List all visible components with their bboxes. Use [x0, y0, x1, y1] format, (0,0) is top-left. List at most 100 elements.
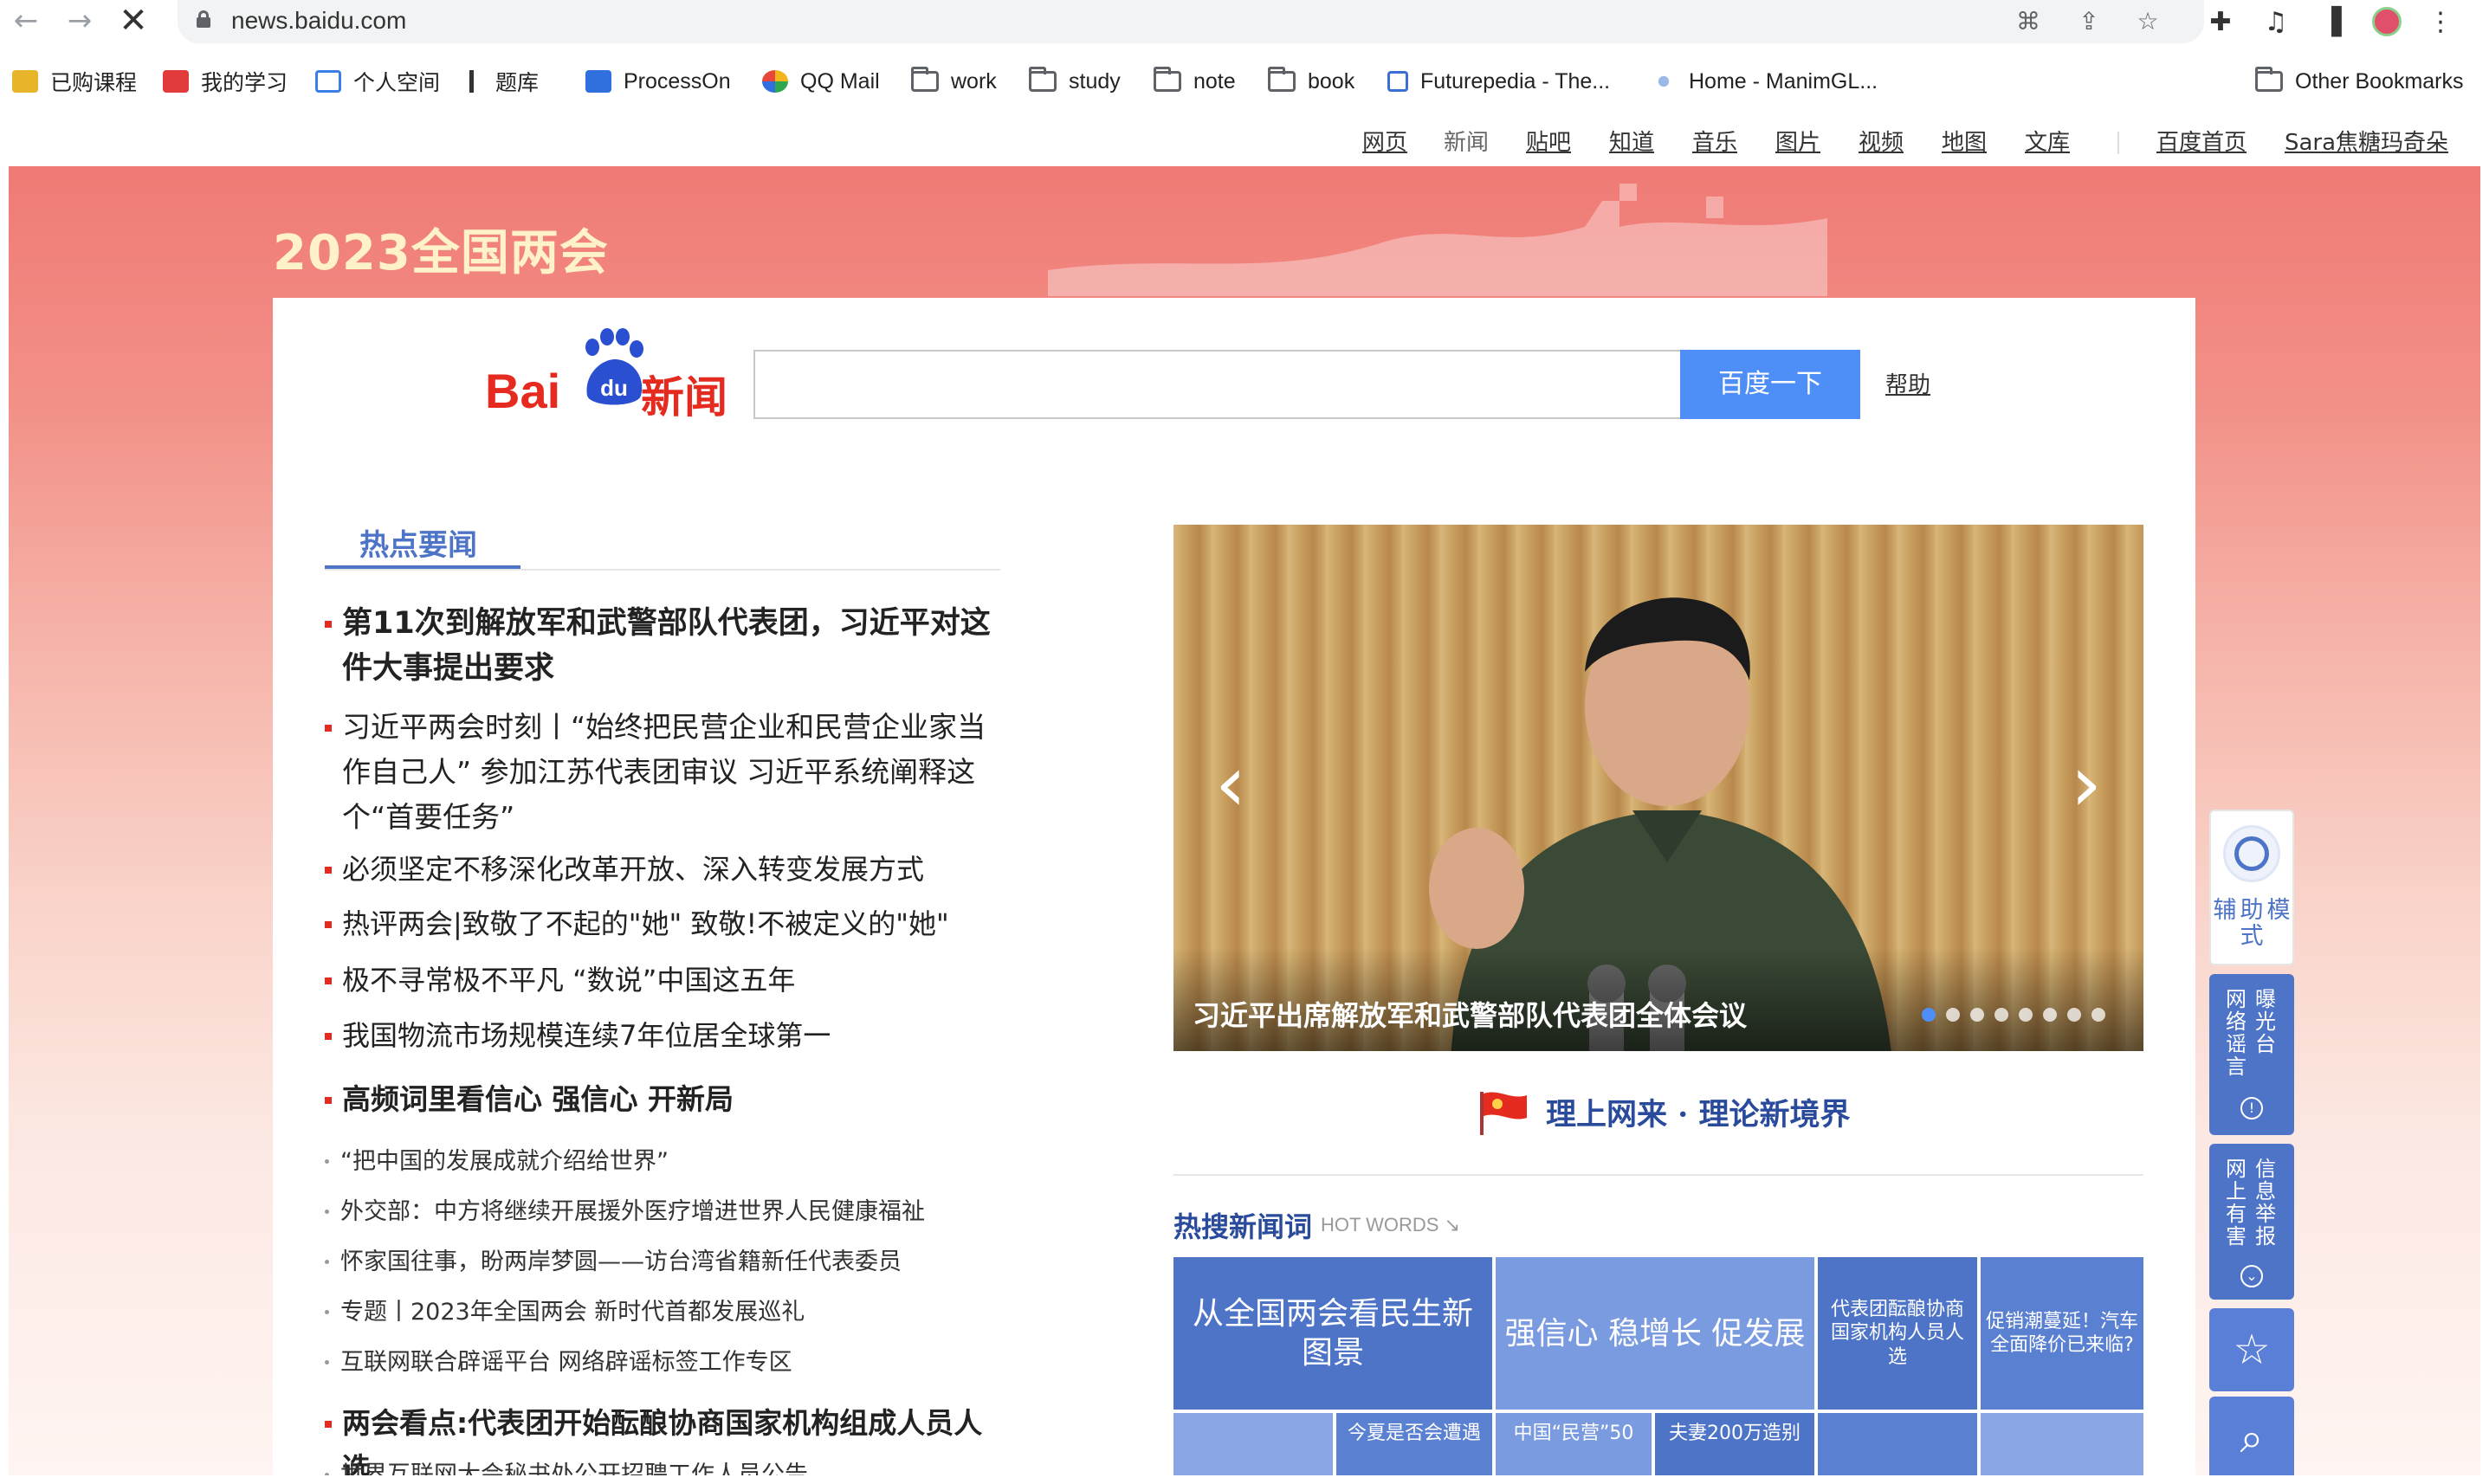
headline-text[interactable]: 习近平两会时刻丨“始终把民营企业和民营企业家当作自己人” 参加江苏代表团审议 习… — [325, 705, 1009, 840]
harmful-info-report-button[interactable]: 网上有害 信息举报 ⌄ — [2209, 1144, 2294, 1300]
headline-text[interactable]: 热评两会|致敬了不起的"她" 致敬!不被定义的"她" — [325, 901, 1009, 946]
bookmark-item[interactable]: Futurepedia - The... — [1387, 64, 1610, 99]
sub-news-item[interactable]: 世界互联网大会秘书处公开招聘工作人员公告 — [325, 1458, 1009, 1475]
lock-icon[interactable] — [197, 10, 210, 28]
carousel-dot[interactable] — [2091, 1008, 2105, 1022]
hot-word-tile[interactable]: 中国“民营”50 — [1496, 1413, 1652, 1475]
hot-word-tile[interactable] — [1173, 1413, 1333, 1475]
sub-news-text[interactable]: 怀家国往事，盼两岸梦圆——访台湾省籍新任代表委员 — [325, 1245, 1009, 1280]
bookmark-item[interactable]: Other Bookmarks — [2255, 64, 2464, 99]
bookmark-item[interactable]: book — [1268, 64, 1354, 99]
carousel-dot[interactable] — [2043, 1008, 2057, 1022]
news-carousel[interactable]: ‹ › 习近平出席解放军和武警部队代表团全体会议 — [1173, 525, 2143, 1051]
nav-wenku[interactable]: 文库 — [2025, 125, 2070, 157]
headline-item[interactable]: 热评两会|致敬了不起的"她" 致敬!不被定义的"她" — [325, 901, 1009, 946]
headline-text[interactable]: 必须坚定不移深化改革开放、深入转变发展方式 — [325, 847, 1009, 892]
carousel-dot[interactable] — [1946, 1008, 1960, 1022]
accessibility-mode-button[interactable]: 辅助模式 — [2209, 810, 2294, 965]
search-button[interactable]: 百度一下 — [1680, 350, 1860, 419]
sub-news-item[interactable]: 怀家国往事，盼两岸梦圆——访台湾省籍新任代表委员 — [325, 1245, 1009, 1280]
hot-word-tile[interactable]: 夫妻200万造别 — [1655, 1413, 1814, 1475]
hot-word-tile[interactable] — [1818, 1413, 1977, 1475]
side-panel-icon[interactable]: ▐ — [2316, 7, 2347, 38]
headline-text[interactable]: 极不寻常极不平凡 “数说”中国这五年 — [325, 958, 1009, 1003]
extensions-icon[interactable]: ✚ — [2205, 7, 2236, 38]
sub-news-item[interactable]: 专题丨2023年全国两会 新时代首都发展巡礼 — [325, 1295, 1009, 1330]
carousel-dot[interactable] — [1970, 1008, 1984, 1022]
bookmark-item[interactable]: work — [911, 64, 997, 99]
carousel-next-arrow-icon[interactable]: › — [2071, 741, 2102, 828]
nav-baidu-home[interactable]: 百度首页 — [2156, 125, 2247, 157]
menu-kebab-icon[interactable]: ⋮ — [2425, 7, 2456, 38]
nav-user[interactable]: Sara焦糖玛奇朵 — [2285, 125, 2448, 157]
nav-images[interactable]: 图片 — [1775, 125, 1820, 157]
sub-news-text[interactable]: “把中国的发展成就介绍给世界” — [325, 1145, 1009, 1179]
rumor-label-right: 曝光台 — [2255, 987, 2276, 1056]
back-arrow-icon[interactable]: ← — [9, 3, 43, 38]
hot-word-tile[interactable]: 今夏是否会遭遇 — [1336, 1413, 1492, 1475]
bookmark-item[interactable]: note — [1154, 64, 1236, 99]
bookmark-item[interactable]: QQ Mail — [762, 64, 880, 99]
media-control-icon[interactable]: ♫ — [2260, 7, 2292, 38]
search-icon[interactable]: ⌕ — [2209, 1397, 2294, 1475]
headline-item[interactable]: 高频词里看信心 强信心 开新局 — [325, 1077, 1009, 1122]
bookmark-item[interactable]: 我的学习 — [163, 64, 288, 99]
carousel-dot[interactable] — [2067, 1008, 2081, 1022]
nav-zhidao[interactable]: 知道 — [1609, 125, 1654, 157]
translate-icon[interactable]: ⌘ — [2014, 7, 2043, 36]
headline-text[interactable]: 高频词里看信心 强信心 开新局 — [325, 1077, 1009, 1122]
bookmark-item[interactable]: Home - ManimGL... — [1651, 64, 1878, 99]
sub-news-item[interactable]: 外交部：中方将继续开展援外医疗增进世界人民健康福祉 — [325, 1195, 1009, 1229]
bookmark-item[interactable]: study — [1029, 64, 1121, 99]
sub-news-text[interactable]: 外交部：中方将继续开展援外医疗增进世界人民健康福祉 — [325, 1195, 1009, 1229]
forward-arrow-icon[interactable]: → — [62, 3, 97, 38]
carousel-dot[interactable] — [1922, 1008, 1936, 1022]
carousel-prev-arrow-icon[interactable]: ‹ — [1215, 741, 1246, 828]
theory-banner-text[interactable]: 理上网来 · 理论新境界 — [1546, 1090, 1851, 1134]
tab-hot-news[interactable]: 热点要闻 — [325, 514, 520, 570]
bookmark-item[interactable]: ProcessOn — [585, 64, 731, 99]
sub-news-text[interactable]: 互联网联合辟谣平台 网络辟谣标签工作专区 — [325, 1345, 1009, 1380]
headline-item[interactable]: 第11次到解放军和武警部队代表团，习近平对这件大事提出要求 — [325, 601, 1009, 691]
address-bar[interactable]: news.baidu.com ⌘ ⇪ ☆ — [178, 0, 2204, 43]
baidu-news-logo[interactable]: Bai du 新闻 — [485, 328, 727, 423]
bookmark-item[interactable]: 已购课程 — [12, 64, 137, 99]
headline-text[interactable]: 我国物流市场规模连续7年位居全球第一 — [325, 1013, 1009, 1058]
hot-word-tile[interactable]: 代表团酝酿协商国家机构人员人选 — [1818, 1257, 1977, 1410]
carousel-dot[interactable] — [1994, 1008, 2008, 1022]
stop-loading-icon[interactable]: ✕ — [116, 3, 151, 38]
nav-tieba[interactable]: 贴吧 — [1526, 125, 1571, 157]
sub-news-item[interactable]: 互联网联合辟谣平台 网络辟谣标签工作专区 — [325, 1345, 1009, 1380]
bookmark-item[interactable]: 个人空间 — [315, 64, 440, 99]
headline-item[interactable]: 必须坚定不移深化改革开放、深入转变发展方式 — [325, 847, 1009, 892]
hot-word-tile[interactable]: 促销潮蔓延！汽车全面降价已来临? — [1981, 1257, 2143, 1410]
sub-news-text[interactable]: 世界互联网大会秘书处公开招聘工作人员公告 — [325, 1458, 1009, 1475]
rumor-exposure-button[interactable]: 网络谣言 曝光台 ! — [2209, 974, 2294, 1135]
carousel-dot[interactable] — [2019, 1008, 2033, 1022]
sub-news-item[interactable]: “把中国的发展成就介绍给世界” — [325, 1145, 1009, 1179]
hot-word-tile[interactable]: 强信心 稳增长 促发展 — [1496, 1257, 1814, 1410]
bullet-marker — [325, 1421, 332, 1428]
bookmark-item[interactable]: 题库 — [469, 64, 539, 99]
bookmark-star-icon[interactable]: ☆ — [2133, 7, 2163, 36]
nav-video[interactable]: 视频 — [1859, 125, 1904, 157]
hot-word-tile[interactable]: 从全国两会看民生新图景 — [1173, 1257, 1492, 1410]
hot-word-tile[interactable] — [1981, 1413, 2143, 1475]
theory-banner[interactable]: 理上网来 · 理论新境界 — [1477, 1086, 1851, 1138]
share-icon[interactable]: ⇪ — [2074, 7, 2104, 36]
profile-avatar-icon[interactable] — [2371, 7, 2402, 38]
sub-news-text[interactable]: 专题丨2023年全国两会 新时代首都发展巡礼 — [325, 1295, 1009, 1330]
help-link[interactable]: 帮助 — [1885, 367, 1930, 399]
nav-map[interactable]: 地图 — [1942, 125, 1987, 157]
headline-item[interactable]: 极不寻常极不平凡 “数说”中国这五年 — [325, 958, 1009, 1003]
search-input[interactable] — [753, 350, 1680, 419]
headline-item[interactable]: 我国物流市场规模连续7年位居全球第一 — [325, 1013, 1009, 1058]
nav-web[interactable]: 网页 — [1362, 125, 1407, 157]
carousel-caption[interactable]: 习近平出席解放军和武警部队代表团全体会议 — [1193, 994, 1747, 1034]
nav-music[interactable]: 音乐 — [1692, 125, 1737, 157]
url-text[interactable]: news.baidu.com — [231, 7, 406, 35]
nav-news[interactable]: 新闻 — [1444, 125, 1489, 157]
headline-text[interactable]: 第11次到解放军和武警部队代表团，习近平对这件大事提出要求 — [325, 601, 1009, 691]
favorite-star-icon[interactable]: ☆ — [2209, 1308, 2294, 1391]
headline-item[interactable]: 习近平两会时刻丨“始终把民营企业和民营企业家当作自己人” 参加江苏代表团审议 习… — [325, 705, 1009, 840]
